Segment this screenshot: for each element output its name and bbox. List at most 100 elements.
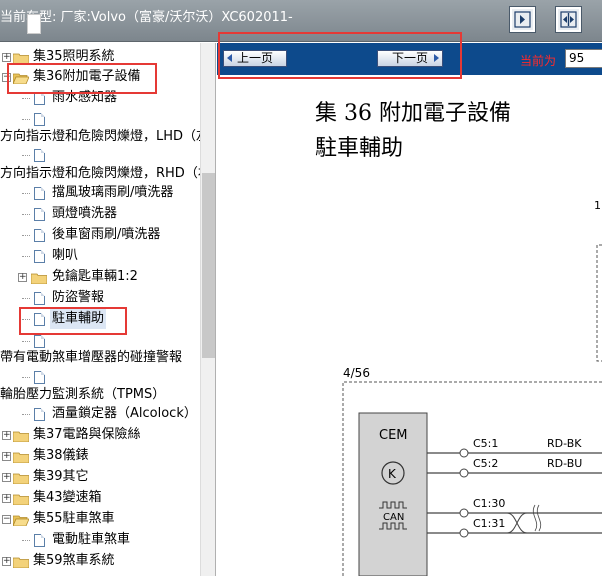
expand-icon[interactable]: +: [2, 473, 11, 482]
document-icon: [34, 149, 45, 162]
connector-pin: [459, 468, 469, 478]
tree-item-tpms[interactable]: 輪胎壓力監測系統（TPMS）: [0, 385, 200, 405]
tree-item-label: 防盜警報: [52, 290, 105, 305]
page-number-input[interactable]: 95: [565, 49, 602, 68]
wire-break-icon: [532, 504, 542, 532]
tree-item-collection-59[interactable]: + 集59煞車系統: [0, 551, 200, 571]
panel-toggle-icon: [514, 11, 531, 28]
folder-icon: [13, 431, 29, 442]
folder-icon: [13, 473, 29, 484]
tree-connector: [22, 319, 30, 320]
tree-item-label: 方向指示燈和危險閃爍燈，RHD（右: [0, 166, 200, 181]
tree-item-label: 帶有電動煞車增壓器的碰撞警報: [0, 350, 183, 365]
document-icon: [34, 534, 45, 547]
tree-item-label: 免鑰匙車輛1:2: [52, 269, 138, 284]
expand-icon[interactable]: +: [2, 431, 11, 440]
connector-pin: [459, 448, 469, 458]
expand-icon[interactable]: +: [2, 494, 11, 503]
prev-page-label: 上一页: [236, 51, 273, 65]
cem-label: CEM: [379, 428, 408, 443]
tree-item-collection-43[interactable]: + 集43變速箱: [0, 488, 200, 508]
next-page-button[interactable]: 下一页: [377, 50, 443, 67]
tree-connector: [22, 214, 30, 215]
expand-icon[interactable]: +: [2, 557, 11, 566]
tree-item-document[interactable]: [0, 367, 200, 387]
folder-icon: [13, 557, 29, 568]
tree-item-turn-signal-lhd[interactable]: 方向指示燈和危險閃爍燈，LHD（左: [0, 127, 200, 147]
tree-connector: [22, 377, 30, 378]
document-subtitle: 駐車輔助: [315, 136, 404, 161]
tree-item-label: 集59煞車系統: [33, 553, 115, 568]
tree-item-windshield-wiper[interactable]: 擋風玻璃雨刷/噴洗器: [0, 183, 200, 203]
twisted-pair-icon: [506, 512, 528, 534]
tree-item-keyless-vehicle[interactable]: + 免鑰匙車輛1:2: [0, 267, 200, 287]
arrow-left-icon: [227, 54, 232, 62]
split-view-icon: [560, 11, 577, 28]
cem-symbol-glyph: K: [388, 467, 397, 481]
tree-item-horn[interactable]: 喇叭: [0, 246, 200, 266]
tree-scrollbar[interactable]: [200, 43, 215, 576]
tree-item-parking-assist[interactable]: 駐車輔助: [0, 309, 200, 329]
arrow-right-icon: [434, 54, 439, 62]
folder-open-icon: [13, 73, 29, 84]
expand-icon[interactable]: +: [2, 452, 11, 461]
document-icon: [34, 408, 45, 421]
tree-item-collision-warning[interactable]: 帶有電動煞車增壓器的碰撞警報: [0, 348, 200, 368]
tree-item-collection-35[interactable]: + 集35照明系統: [0, 47, 200, 67]
split-view-button[interactable]: [555, 6, 582, 33]
collapse-icon[interactable]: −: [2, 73, 11, 82]
tree-scrollbar-thumb[interactable]: [202, 173, 215, 358]
tree-item-label: 雨水感知器: [52, 90, 118, 105]
tree-item-document[interactable]: [0, 109, 200, 129]
tree-item-anti-theft-alarm[interactable]: 防盜警報: [0, 288, 200, 308]
page-nav-bar: 上一页 下一页 当前为 95: [217, 43, 602, 75]
component-frame-right: [596, 244, 602, 362]
expand-icon[interactable]: +: [2, 53, 11, 62]
tree-item-collection-36[interactable]: − 集36附加電子設備: [0, 67, 200, 87]
pin-label: C5:2: [473, 457, 498, 470]
tree-item-label: 電動駐車煞車: [52, 532, 131, 547]
document-icon: [34, 229, 45, 242]
tree-item-collection-55[interactable]: − 集55駐車煞車: [0, 509, 200, 529]
collapse-icon[interactable]: −: [2, 515, 11, 524]
tree-item-label: 集36附加電子設備: [33, 69, 141, 84]
tree-item-collection-39[interactable]: + 集39其它: [0, 467, 200, 487]
tree-item-label: 駐車輔助: [50, 309, 107, 329]
tree-item-alcolock[interactable]: 酒量鎖定器（Alcolock）: [0, 404, 200, 424]
tree-item-collection-38[interactable]: + 集38儀錶: [0, 446, 200, 466]
tree-connector: [22, 155, 30, 156]
tree-item-turn-signal-rhd[interactable]: 方向指示燈和危險閃爍燈，RHD（右: [0, 164, 200, 184]
tree-item-electric-parking-brake[interactable]: 電動駐車煞車: [0, 530, 200, 550]
folder-icon: [13, 452, 29, 463]
document-icon: [34, 335, 45, 348]
document-icon: [34, 250, 45, 263]
tree-item-collection-37[interactable]: + 集37電路與保險絲: [0, 425, 200, 445]
module-reference: 4/56: [343, 366, 370, 380]
document-icon: [34, 313, 45, 326]
document-viewer: 上一页 下一页 当前为 95 集 36 附加電子設備 駐車輔助 1 4/56 C…: [217, 43, 602, 576]
document-icon: [34, 208, 45, 221]
tree-item-rain-sensor[interactable]: 雨水感知器: [0, 88, 200, 108]
prev-page-button[interactable]: 上一页: [223, 50, 287, 67]
document-title: 集 36 附加電子設備: [315, 101, 511, 126]
tree-item-document[interactable]: [0, 145, 200, 165]
title-bar: 当前车型: 厂家:Volvo（富豪/沃尔沃）XC602011-: [0, 0, 602, 42]
tree-item-headlamp-washer[interactable]: 頭燈噴洗器: [0, 204, 200, 224]
can-label: CAN: [383, 512, 404, 523]
pin-label: C1:30: [473, 497, 505, 510]
tree-connector: [22, 414, 30, 415]
tree-item-label: 輪胎壓力監測系統（TPMS）: [0, 387, 166, 402]
tree-connector: [22, 298, 30, 299]
expand-icon[interactable]: +: [18, 273, 27, 282]
tree-item-label: 頭燈噴洗器: [52, 206, 118, 221]
tree-item-label: 集38儀錶: [33, 448, 89, 463]
next-page-label: 下一页: [391, 51, 428, 65]
folder-icon: [13, 53, 29, 64]
connector-pin: [459, 528, 469, 538]
document-icon: [34, 371, 45, 384]
tree-item-label: 集37電路與保險絲: [33, 427, 141, 442]
wire-color-label: RD-BK: [547, 437, 582, 450]
panel-toggle-button[interactable]: [509, 6, 536, 33]
tree-item-label: 集55駐車煞車: [33, 511, 115, 526]
tree-item-rear-wiper[interactable]: 後車窗雨刷/噴洗器: [0, 225, 200, 245]
